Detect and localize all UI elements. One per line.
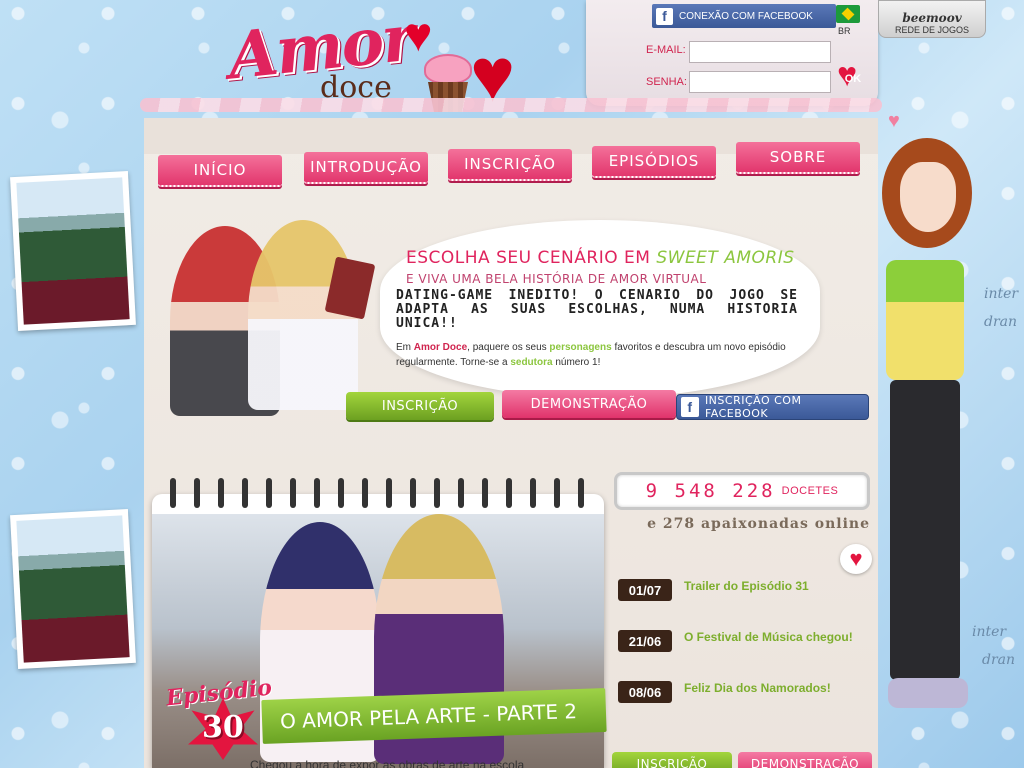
demo-button-secondary[interactable]: Demonstração xyxy=(738,752,872,768)
signup-button[interactable]: Inscrição xyxy=(346,392,494,420)
hero-characters-illustration xyxy=(148,220,398,420)
nav-introducao[interactable]: Introdução xyxy=(304,152,428,184)
episode-number: 30 xyxy=(202,710,244,745)
girl-legs xyxy=(890,380,960,680)
facebook-icon: f xyxy=(656,7,673,25)
brazil-flag-icon[interactable] xyxy=(836,5,860,23)
hero-text: , paquere os seus xyxy=(467,342,550,353)
girl-shoes xyxy=(888,678,968,708)
couple-illustration xyxy=(16,177,130,325)
notebook-ring xyxy=(194,478,200,508)
news-date[interactable]: 08/06 xyxy=(618,681,672,703)
notebook-ring xyxy=(410,478,416,508)
facebook-icon: f xyxy=(681,397,699,417)
login-box: f CONEXÃO COM FACEBOOK BR E-MAIL: SENHA:… xyxy=(586,0,878,106)
email-field[interactable] xyxy=(689,41,831,63)
online-count: e 278 apaixonadas online xyxy=(647,516,870,532)
beemoov-logo: beemoov xyxy=(902,11,962,25)
notebook-ring xyxy=(362,478,368,508)
player-counter: 9 548 228 DOCETES xyxy=(614,472,870,510)
news-link[interactable]: O Festival de Música chegou! xyxy=(684,630,853,644)
language-label: BR xyxy=(838,26,851,36)
decorative-ribbon xyxy=(140,98,882,112)
notebook-ring xyxy=(338,478,344,508)
personagens-link[interactable]: personagens xyxy=(549,342,611,353)
winter-text: dran xyxy=(982,652,1016,668)
notebook-ring xyxy=(578,478,584,508)
nav-inscricao[interactable]: Inscrição xyxy=(448,149,572,181)
beemoov-tagline: REDE DE JOGOS xyxy=(894,25,969,35)
demo-button[interactable]: Demonstração xyxy=(502,390,676,418)
notebook-ring xyxy=(386,478,392,508)
hero-headline-prefix: ESCOLHA SEU CENÁRIO EM xyxy=(406,248,657,268)
player-count: 9 548 228 xyxy=(645,480,776,502)
notebook-ring xyxy=(314,478,320,508)
news-link[interactable]: Feliz Dia dos Namorados! xyxy=(684,681,831,695)
facebook-signup-button[interactable]: f INSCRIÇÃO COM FACEBOOK xyxy=(676,394,869,420)
standing-girl-illustration xyxy=(876,130,988,730)
nav-episodios[interactable]: Episódios xyxy=(592,146,716,178)
beemoov-network-tab[interactable]: beemoov REDE DE JOGOS xyxy=(878,0,986,38)
hero-text: número 1! xyxy=(552,357,601,368)
ok-label: OK xyxy=(844,73,862,85)
hero-game-name: SWEET AMORIS xyxy=(656,248,795,268)
hero-text: Em xyxy=(396,342,414,353)
facebook-connect-label: CONEXÃO COM FACEBOOK xyxy=(679,10,813,22)
notebook-ring xyxy=(554,478,560,508)
notebook-ring xyxy=(218,478,224,508)
girl-face xyxy=(900,162,956,232)
notebook-ring xyxy=(290,478,296,508)
news-date[interactable]: 01/07 xyxy=(618,579,672,601)
sedutora-link[interactable]: sedutora xyxy=(510,357,552,368)
heart-icon: ♥ xyxy=(840,544,872,574)
signup-button-secondary[interactable]: Inscrição xyxy=(612,752,732,768)
notebook-ring xyxy=(458,478,464,508)
facebook-connect-button[interactable]: f CONEXÃO COM FACEBOOK xyxy=(652,4,836,28)
couple-illustration xyxy=(16,515,130,663)
couple-photo xyxy=(10,171,136,331)
facebook-signup-label: INSCRIÇÃO COM FACEBOOK xyxy=(704,394,802,420)
nav-inicio[interactable]: Início xyxy=(158,155,282,187)
notebook-ring xyxy=(530,478,536,508)
episode-description: Chegou a hora de expor as obras de arte … xyxy=(250,758,525,768)
news-link[interactable]: Trailer do Episódio 31 xyxy=(684,579,809,593)
notebook-ring xyxy=(434,478,440,508)
email-label: E-MAIL: xyxy=(646,44,686,56)
winter-text: dran xyxy=(984,314,1018,330)
winter-text: inter xyxy=(984,286,1019,302)
hero-headline: ESCOLHA SEU CENÁRIO EM SWEET AMORIS xyxy=(406,248,795,268)
nav-sobre[interactable]: Sobre xyxy=(736,142,860,174)
notebook-ring xyxy=(482,478,488,508)
notebook-ring xyxy=(506,478,512,508)
girl-top xyxy=(886,260,964,380)
news-date[interactable]: 21/06 xyxy=(618,630,672,652)
episode-word: Episódio xyxy=(164,674,274,712)
notebook-ring xyxy=(170,478,176,508)
brand-link[interactable]: Amor Doce xyxy=(414,342,467,353)
password-field[interactable] xyxy=(689,71,831,93)
hero-tagline: DATING-GAME INEDITO! O CENARIO DO JOGO S… xyxy=(396,288,798,331)
notebook-ring xyxy=(242,478,248,508)
login-ok-button[interactable]: OK xyxy=(837,56,866,95)
couple-photo xyxy=(10,509,136,669)
player-count-label: DOCETES xyxy=(781,485,839,497)
password-label: SENHA: xyxy=(646,76,687,88)
episode-badge: Episódio 30 xyxy=(165,675,276,760)
winter-text: inter xyxy=(972,624,1007,640)
hero-description: Em Amor Doce, paquere os seus personagen… xyxy=(396,340,798,370)
hero-subheadline: E VIVA UMA BELA HISTÓRIA DE AMOR VIRTUAL xyxy=(406,272,707,286)
notebook-ring xyxy=(266,478,272,508)
